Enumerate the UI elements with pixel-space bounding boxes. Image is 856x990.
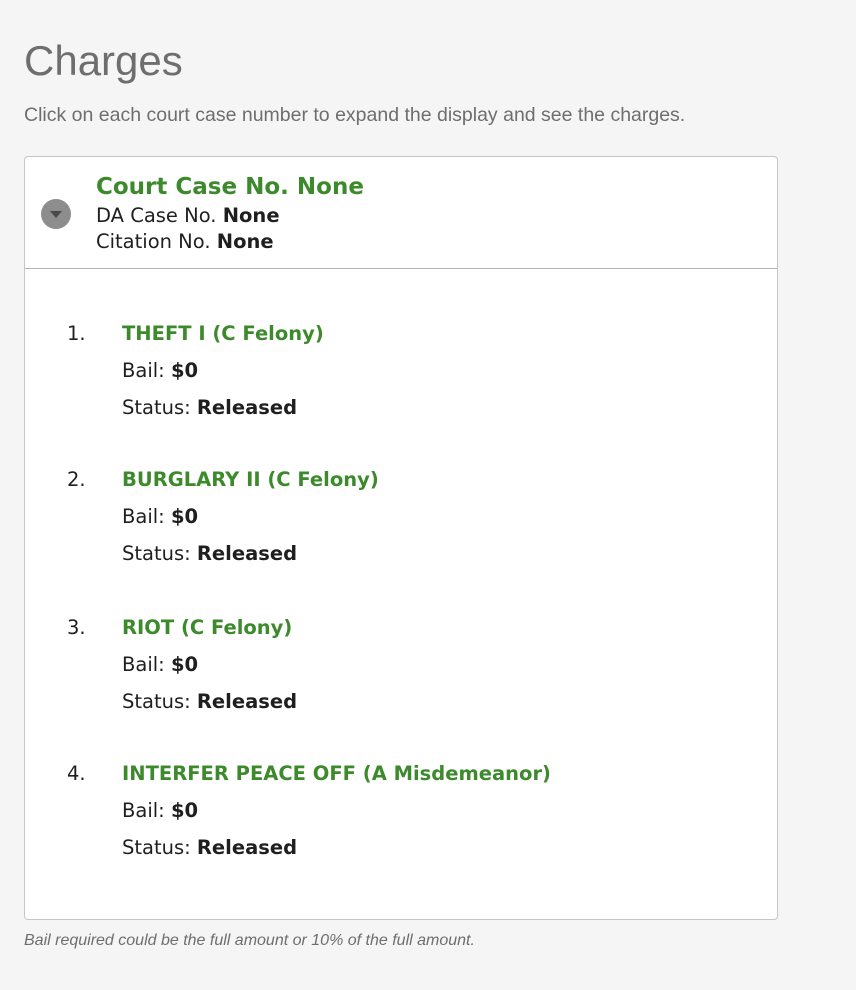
charge-item: 2. BURGLARY II (C Felony) Bail: $0 Statu… xyxy=(25,466,777,576)
charge-number: 2. xyxy=(67,468,86,491)
charge-bail: Bail: $0 xyxy=(122,651,198,679)
charge-item: 1. THEFT I (C Felony) Bail: $0 Status: R… xyxy=(25,320,777,430)
charge-name: RIOT (C Felony) xyxy=(122,616,293,639)
status-value: Released xyxy=(196,836,298,859)
page-title: Charges xyxy=(24,37,183,84)
bail-label: Bail: xyxy=(122,505,165,528)
bail-footnote: Bail required could be the full amount o… xyxy=(24,932,475,949)
bail-value: $0 xyxy=(170,799,199,822)
court-case-value: None xyxy=(296,174,364,200)
status-label: Status: xyxy=(122,542,191,565)
bail-label: Bail: xyxy=(122,359,165,382)
bail-value: $0 xyxy=(170,653,199,676)
court-case-label: Court Case No. xyxy=(96,174,289,200)
bail-label: Bail: xyxy=(122,653,165,676)
charge-number: 1. xyxy=(67,322,86,345)
court-case-header[interactable]: Court Case No. None DA Case No. None Cit… xyxy=(25,157,777,269)
charge-status: Status: Released xyxy=(122,540,297,568)
charge-item: 4. INTERFER PEACE OFF (A Misdemeanor) Ba… xyxy=(25,760,777,870)
status-label: Status: xyxy=(122,690,191,713)
intro-text: Click on each court case number to expan… xyxy=(24,104,686,126)
charge-status: Status: Released xyxy=(122,834,297,862)
status-label: Status: xyxy=(122,396,191,419)
bail-label: Bail: xyxy=(122,799,165,822)
status-value: Released xyxy=(196,542,298,565)
charge-item: 3. RIOT (C Felony) Bail: $0 Status: Rele… xyxy=(25,614,777,724)
bail-value: $0 xyxy=(170,359,199,382)
bail-value: $0 xyxy=(170,505,199,528)
court-case-panel: Court Case No. None DA Case No. None Cit… xyxy=(24,156,778,920)
citation-label: Citation No. xyxy=(96,230,211,253)
charge-status: Status: Released xyxy=(122,688,297,716)
charge-name: INTERFER PEACE OFF (A Misdemeanor) xyxy=(122,762,551,785)
charge-bail: Bail: $0 xyxy=(122,357,198,385)
charge-number: 3. xyxy=(67,616,86,639)
citation-value: None xyxy=(216,230,274,253)
charge-name: THEFT I (C Felony) xyxy=(122,322,324,345)
citation-number: Citation No. None xyxy=(96,229,274,255)
charge-status: Status: Released xyxy=(122,394,297,422)
status-label: Status: xyxy=(122,836,191,859)
status-value: Released xyxy=(196,690,298,713)
status-value: Released xyxy=(196,396,298,419)
da-case-value: None xyxy=(222,204,280,227)
collapse-triangle-icon[interactable] xyxy=(41,199,71,229)
charge-bail: Bail: $0 xyxy=(122,797,198,825)
charge-number: 4. xyxy=(67,762,86,785)
da-case-number: DA Case No. None xyxy=(96,203,280,229)
charge-bail: Bail: $0 xyxy=(122,503,198,531)
charge-name: BURGLARY II (C Felony) xyxy=(122,468,379,491)
court-case-number[interactable]: Court Case No. None xyxy=(96,172,364,202)
da-case-label: DA Case No. xyxy=(96,204,217,227)
